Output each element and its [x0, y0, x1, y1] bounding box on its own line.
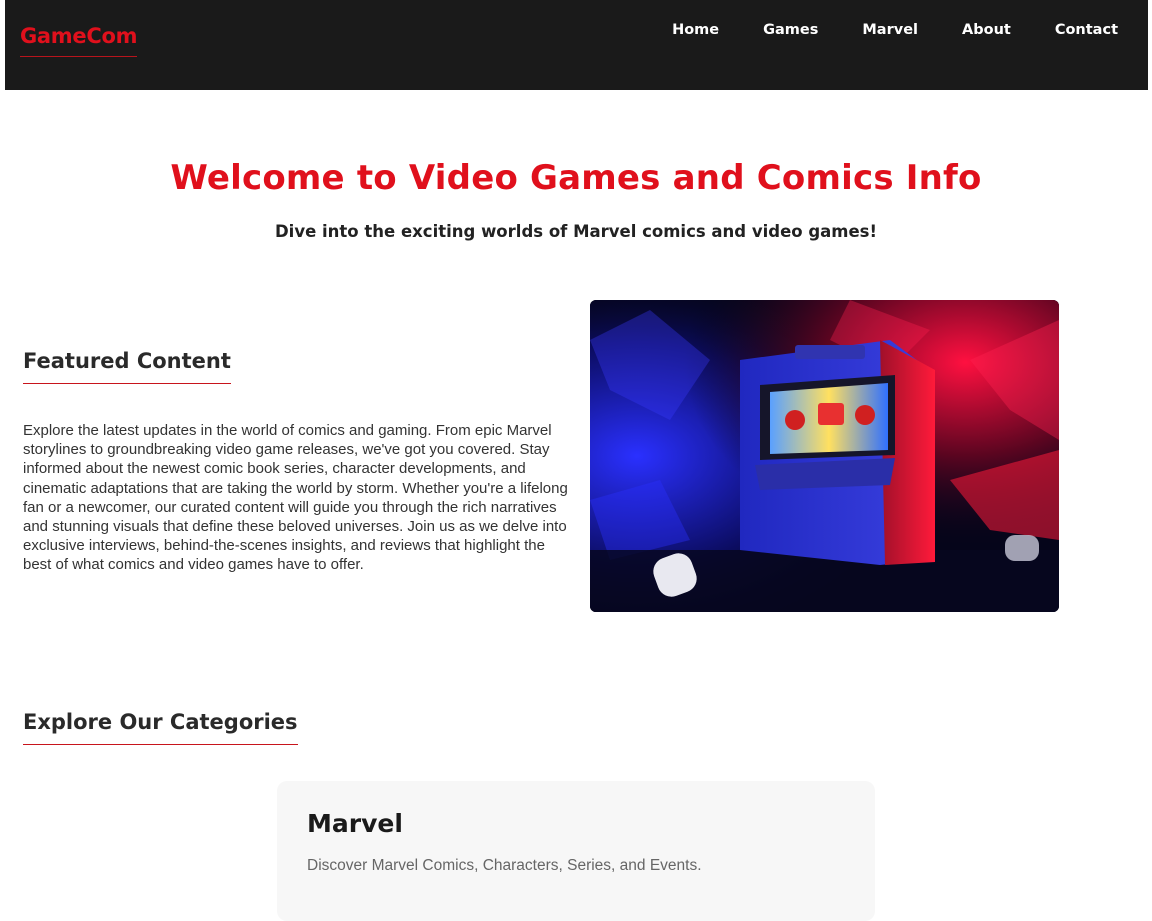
category-card-marvel[interactable]: Marvel Discover Marvel Comics, Character… [277, 781, 875, 921]
hero-title: Welcome to Video Games and Comics Info [170, 158, 982, 198]
nav-about-link[interactable]: About [940, 20, 1033, 40]
nav-games-link[interactable]: Games [741, 20, 840, 40]
nav-contact-link[interactable]: Contact [1033, 20, 1118, 40]
arcade-illustration [590, 300, 1059, 612]
main-nav: Home Games Marvel About Contact [650, 20, 1118, 40]
site-header: GameCom Home Games Marvel About Contact [5, 0, 1148, 90]
nav-marvel-link[interactable]: Marvel [840, 20, 940, 40]
featured-heading: Featured Content [23, 349, 231, 384]
nav-home-link[interactable]: Home [650, 20, 741, 40]
category-description: Discover Marvel Comics, Characters, Seri… [307, 857, 702, 874]
site-logo[interactable]: GameCom [20, 24, 137, 57]
featured-text: Explore the latest updates in the world … [23, 422, 568, 574]
category-title: Marvel [307, 809, 403, 838]
categories-heading: Explore Our Categories [23, 710, 298, 745]
featured-image-arcade [590, 300, 1059, 612]
hero-subtitle: Dive into the exciting worlds of Marvel … [274, 222, 878, 241]
